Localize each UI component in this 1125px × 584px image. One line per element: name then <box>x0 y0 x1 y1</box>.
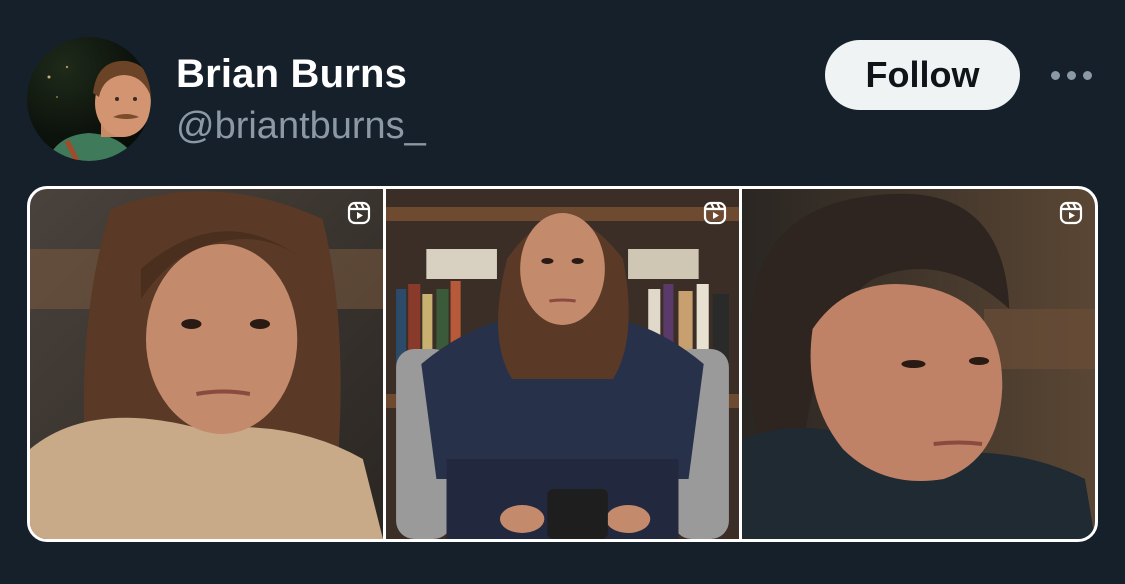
more-dot <box>1050 70 1060 80</box>
instagram-reels-icon <box>1059 201 1083 225</box>
more-dot <box>1082 70 1092 80</box>
author-handle[interactable]: @briantburns_ <box>176 103 426 149</box>
instagram-reels-icon <box>347 201 371 225</box>
media-tile-3[interactable] <box>742 189 1095 539</box>
tweet-card: Brian Burns @briantburns_ Follow <box>0 0 1125 584</box>
media-image <box>30 189 383 539</box>
media-tile-1[interactable] <box>30 189 383 539</box>
media-image <box>742 189 1095 539</box>
media-image <box>386 189 739 539</box>
more-dot <box>1066 70 1076 80</box>
follow-button[interactable]: Follow <box>825 40 1020 110</box>
instagram-reels-icon <box>703 201 727 225</box>
more-options-icon[interactable] <box>1045 60 1097 90</box>
author-display-name[interactable]: Brian Burns <box>176 50 407 98</box>
media-grid <box>27 186 1098 542</box>
author-avatar[interactable] <box>27 37 151 161</box>
media-tile-2[interactable] <box>386 189 739 539</box>
